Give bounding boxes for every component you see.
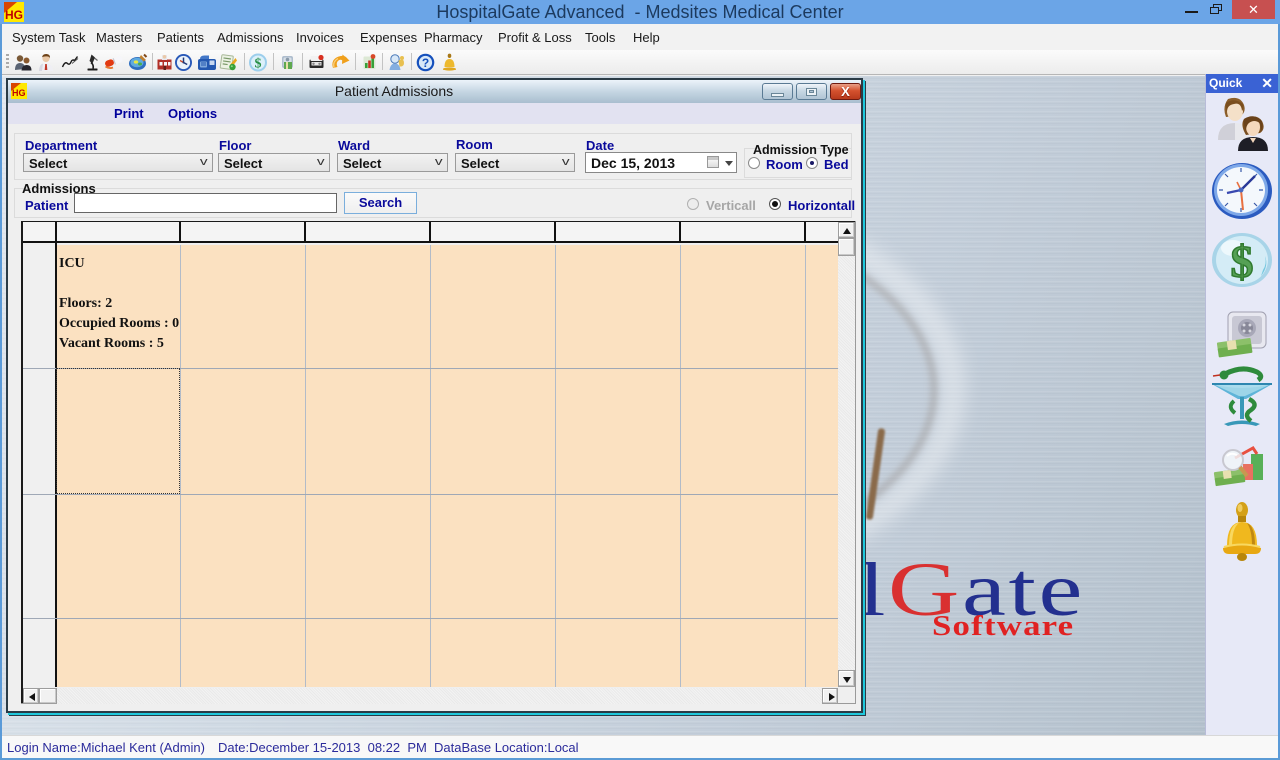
svg-text:$: $ — [1231, 236, 1254, 287]
svg-text:$: $ — [255, 57, 262, 72]
svg-text:?: ? — [422, 56, 429, 70]
